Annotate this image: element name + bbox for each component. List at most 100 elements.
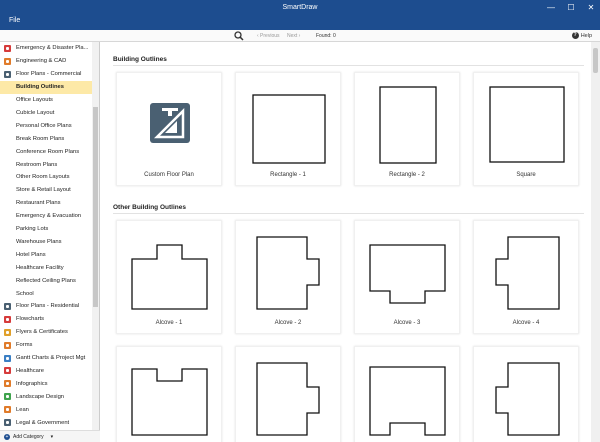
building-outline-shape: [369, 366, 446, 436]
minimize-button[interactable]: —: [546, 3, 556, 12]
sidebar-subitem[interactable]: Office Layouts: [0, 94, 92, 107]
building-outline-shape: [252, 94, 326, 164]
close-button[interactable]: ✕: [586, 3, 596, 12]
sidebar-subitem[interactable]: Restroom Plans: [0, 158, 92, 171]
help-button[interactable]: ? Help: [571, 32, 592, 39]
sidebar-subitem[interactable]: Store & Retail Layout: [0, 184, 92, 197]
sidebar-scroll-thumb[interactable]: [93, 107, 98, 307]
sidebar-category[interactable]: Floor Plans - Residential: [0, 300, 92, 313]
search-icon[interactable]: [234, 31, 244, 41]
sidebar-category[interactable]: Flowcharts: [0, 313, 92, 326]
sidebar-subitem[interactable]: Building Outlines: [0, 80, 92, 94]
sidebar-item-label: Emergency & Disaster Pla...: [16, 45, 89, 52]
section-divider: [113, 65, 584, 66]
template-card-label: Alcove - 4: [512, 320, 540, 326]
sidebar-category[interactable]: Gantt Charts & Project Mgt: [0, 352, 92, 365]
sidebar-subitem[interactable]: Cubicle Layout: [0, 107, 92, 120]
app-title: SmartDraw: [282, 4, 318, 11]
main-scroll-thumb[interactable]: [593, 48, 598, 73]
sidebar-subitem[interactable]: Warehouse Plans: [0, 236, 92, 249]
legal-icon: [4, 419, 11, 427]
building-outline-shape: [495, 236, 560, 310]
template-card[interactable]: [473, 346, 579, 442]
sidebar-item-label: Engineering & CAD: [16, 58, 67, 65]
sidebar-item-label: Healthcare Facility: [16, 264, 64, 271]
section-divider: [113, 213, 584, 214]
gantt-icon: [4, 354, 11, 362]
found-count: Found: 0: [316, 33, 336, 39]
template-card[interactable]: Custom Floor Plan: [116, 72, 222, 186]
template-card[interactable]: Alcove - 4: [473, 220, 579, 334]
template-card-label: Custom Floor Plan: [144, 172, 194, 178]
floor-plan-icon: [4, 70, 11, 78]
sidebar-subitem[interactable]: School: [0, 287, 92, 300]
sidebar-subitem[interactable]: Reflected Ceiling Plans: [0, 274, 92, 287]
template-card[interactable]: Alcove - 3: [354, 220, 460, 334]
help-label: Help: [580, 32, 592, 39]
sidebar-item-label: Cubicle Layout: [16, 109, 55, 116]
sidebar-category[interactable]: Healthcare: [0, 365, 92, 378]
sidebar-subitem[interactable]: Break Room Plans: [0, 132, 92, 145]
sidebar-category[interactable]: Engineering & CAD: [0, 55, 92, 68]
sidebar-subitem[interactable]: Restaurant Plans: [0, 197, 92, 210]
sidebar-category[interactable]: Infographics: [0, 377, 92, 390]
section-title-other-building-outlines: Other Building Outlines: [113, 204, 186, 211]
sidebar-item-label: Floor Plans - Residential: [16, 303, 80, 310]
sidebar-item-label: Building Outlines: [16, 84, 64, 91]
sidebar-item-label: Reflected Ceiling Plans: [16, 277, 76, 284]
file-menu[interactable]: File: [9, 17, 20, 24]
template-card[interactable]: Alcove - 1: [116, 220, 222, 334]
lean-icon: [4, 406, 11, 414]
building-outline-shape: [489, 86, 565, 163]
add-category-label: Add Category: [13, 433, 44, 440]
chevron-down-icon: ▾: [50, 433, 54, 440]
sidebar-item-label: Gantt Charts & Project Mgt: [16, 355, 86, 362]
building-outline-shape: [369, 244, 446, 304]
toolbar: ‹ Previous Next › Found: 0 ? Help: [0, 30, 600, 42]
sidebar-subitem[interactable]: Conference Room Plans: [0, 145, 92, 158]
sidebar-subitem[interactable]: Parking Lots: [0, 223, 92, 236]
template-card[interactable]: Rectangle - 2: [354, 72, 460, 186]
sidebar-category[interactable]: Forms: [0, 339, 92, 352]
help-icon: ?: [571, 32, 579, 39]
sidebar-category[interactable]: Floor Plans - Commercial: [0, 68, 92, 81]
sidebar-item-label: Forms: [16, 342, 33, 349]
sidebar-item-label: Landscape Design: [16, 393, 65, 400]
form-icon: [4, 341, 11, 349]
building-outline-shape: [379, 86, 437, 164]
sidebar-subitem[interactable]: Hotel Plans: [0, 248, 92, 261]
main-scrollbar[interactable]: [591, 42, 600, 442]
sidebar-subitem[interactable]: Personal Office Plans: [0, 119, 92, 132]
sidebar-category[interactable]: Landscape Design: [0, 390, 92, 403]
sidebar-scrollbar[interactable]: [92, 42, 99, 430]
sidebar-category[interactable]: Lean: [0, 403, 92, 416]
template-card[interactable]: Square: [473, 72, 579, 186]
landscape-icon: [4, 393, 11, 401]
title-bar: SmartDraw File — ☐ ✕: [0, 0, 600, 30]
sidebar-category[interactable]: Flyers & Certificates: [0, 326, 92, 339]
maximize-button[interactable]: ☐: [566, 3, 576, 12]
house-icon: [4, 302, 11, 310]
category-sidebar: Emergency & Disaster Pla... Engineering &…: [0, 42, 100, 430]
building-outline-shape: [495, 362, 560, 436]
sidebar-subitem[interactable]: Healthcare Facility: [0, 261, 92, 274]
sidebar-item-label: Emergency & Evacuation: [16, 213, 82, 220]
next-button[interactable]: Next ›: [287, 33, 300, 39]
sidebar-item-label: Floor Plans - Commercial: [16, 71, 82, 78]
sidebar-item-label: Conference Room Plans: [16, 148, 80, 155]
building-outline-shape: [131, 368, 208, 436]
template-card[interactable]: [354, 346, 460, 442]
sidebar-item-label: Store & Retail Layout: [16, 187, 71, 194]
add-category-button[interactable]: + Add Category ▾: [0, 430, 100, 442]
template-card[interactable]: Alcove - 2: [235, 220, 341, 334]
template-card-label: Alcove - 2: [274, 320, 302, 326]
sidebar-subitem[interactable]: Emergency & Evacuation: [0, 210, 92, 223]
template-card[interactable]: [235, 346, 341, 442]
template-card[interactable]: [116, 346, 222, 442]
previous-button[interactable]: ‹ Previous: [257, 33, 280, 39]
sidebar-category[interactable]: Emergency & Disaster Pla...: [0, 42, 92, 55]
sidebar-item-label: Warehouse Plans: [16, 238, 62, 245]
sidebar-category[interactable]: Legal & Government: [0, 416, 92, 429]
template-card[interactable]: Rectangle - 1: [235, 72, 341, 186]
sidebar-subitem[interactable]: Other Room Layouts: [0, 171, 92, 184]
